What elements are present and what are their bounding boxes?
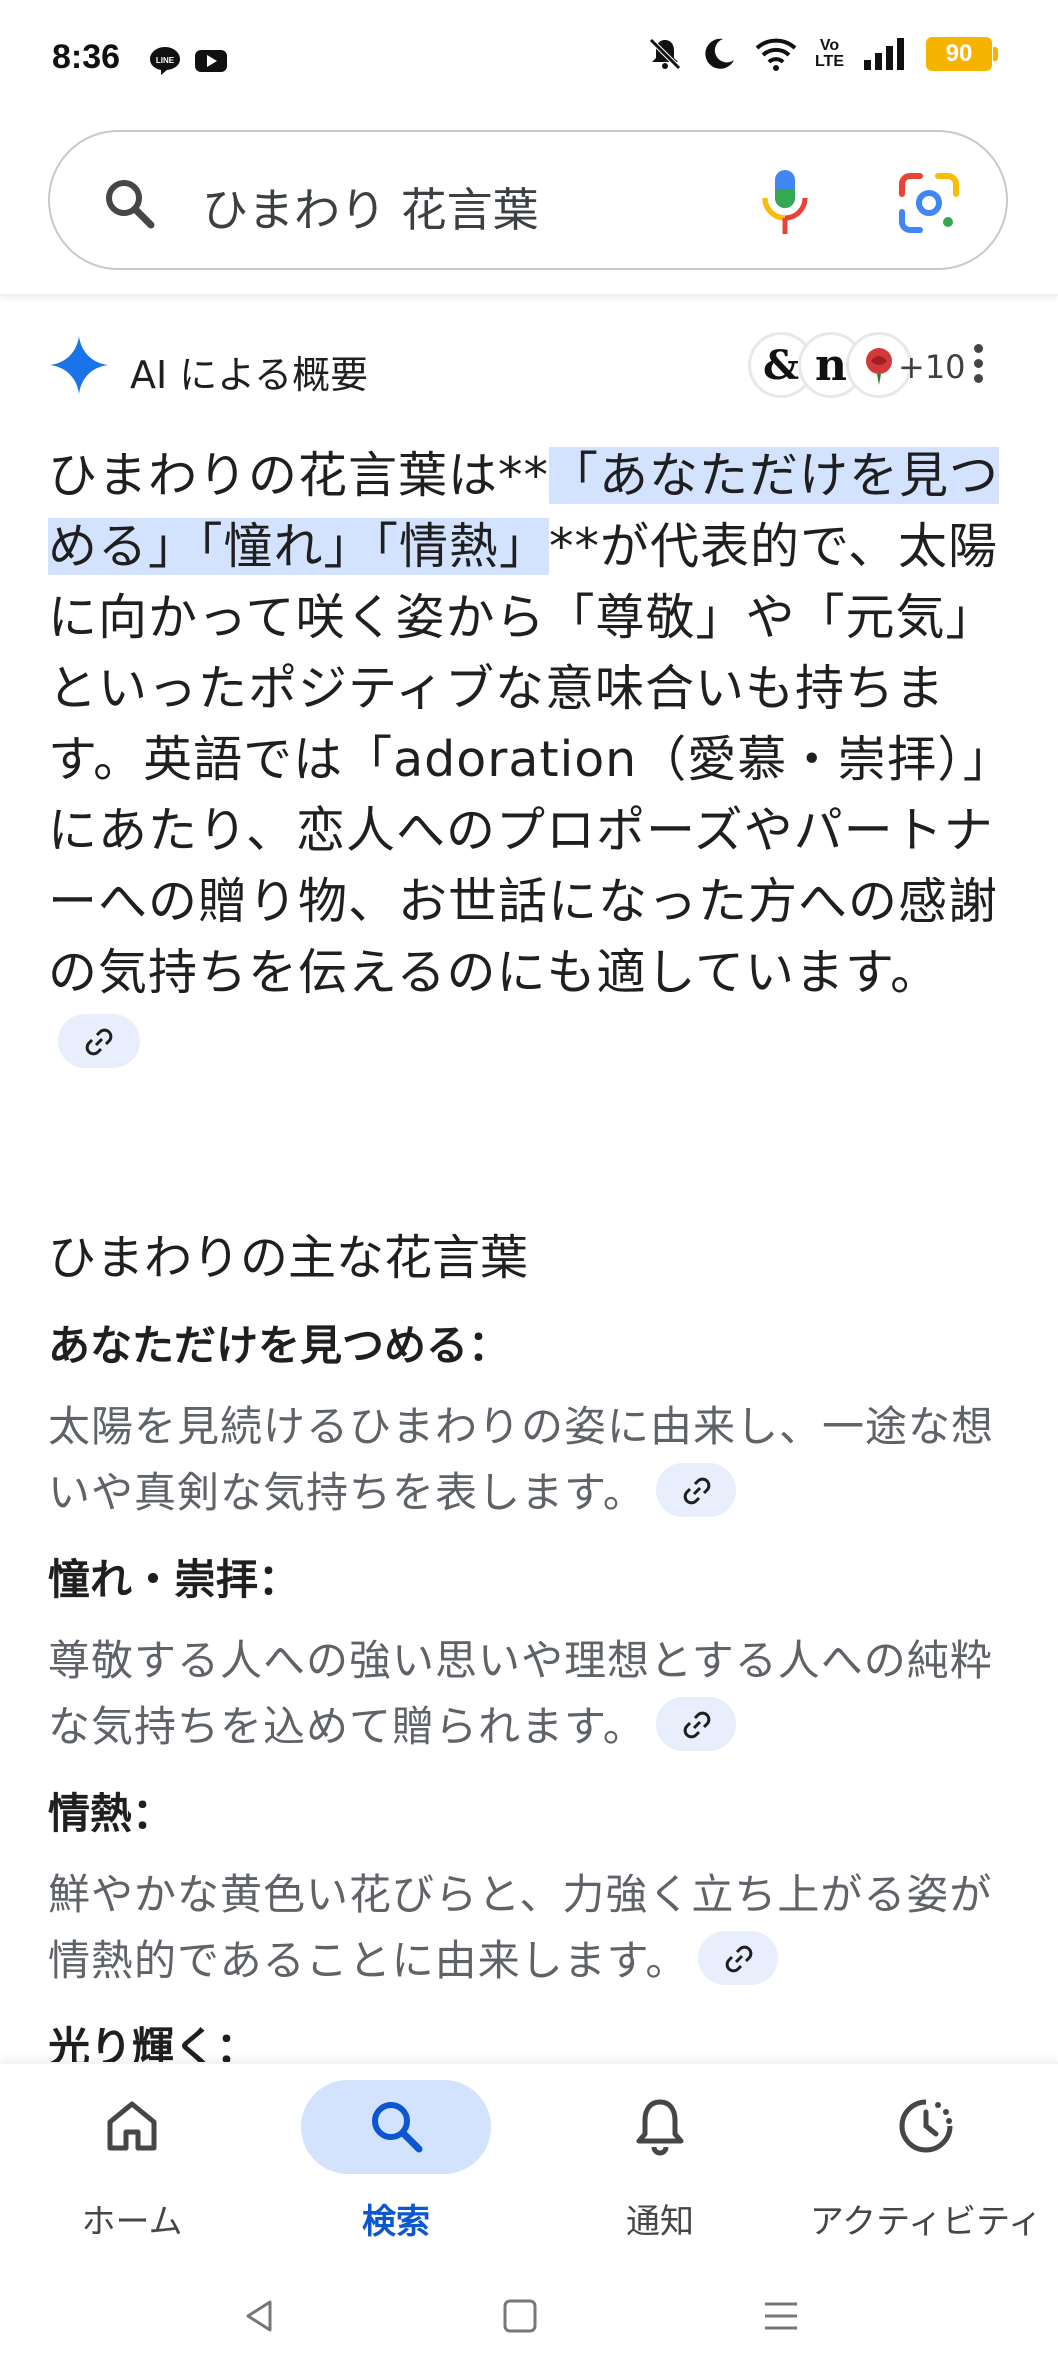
nav-activity[interactable]: アクティビティ (806, 2064, 1046, 2264)
nav-search[interactable]: 検索 (276, 2064, 516, 2264)
status-icons: Vo LTE 90 (647, 36, 998, 72)
mute-icon (649, 38, 681, 70)
flower-meaning-item: 情熱： 鮮やかな黄色い花びらと、力強く立ち上がる姿が情熱的であることに由来します… (48, 1784, 1008, 1994)
nav-label: 検索 (362, 2202, 430, 2242)
gemini-spark-icon (50, 336, 108, 394)
section-title: ひまわりの主な花言葉 (48, 1230, 529, 1286)
battery-indicator: 90 (926, 37, 998, 71)
sources-more-count[interactable]: +10 (898, 348, 966, 386)
microphone-icon[interactable] (760, 168, 810, 238)
citation-link-button[interactable] (655, 1696, 736, 1751)
item-title: あなただけを見つめる： (48, 1321, 511, 1370)
volte-icon: Vo LTE (814, 37, 844, 70)
line-icon: LINE (150, 47, 180, 75)
search-input[interactable]: ひまわり 花言葉 (202, 174, 539, 240)
nav-label: ホーム (81, 2202, 183, 2242)
google-lens-icon[interactable] (898, 172, 960, 234)
overview-text-after: **が代表的で、太陽に向かって咲く姿から「尊敬」や「元気」といったポジティブな意… (48, 518, 999, 1001)
search-box[interactable]: ひまわり 花言葉 (48, 130, 1008, 270)
search-header: ひまわり 花言葉 (0, 120, 1058, 296)
item-desc-text: 尊敬する人への強い思いや理想とする人への純粋な気持ちを込めて贈られます。 (48, 1636, 993, 1751)
nav-notifications[interactable]: 通知 (540, 2064, 780, 2264)
ai-overview-header: AI による概要 & n +10 (48, 330, 1008, 402)
item-title: 憧れ・崇拝： (48, 1555, 301, 1604)
link-icon (683, 1477, 711, 1504)
youtube-icon (195, 50, 227, 72)
item-desc-text: 鮮やかな黄色い花びらと、力強く立ち上がる姿が情熱的であることに由来します。 (48, 1870, 993, 1985)
citation-link-button[interactable] (655, 1462, 736, 1517)
item-description: 尊敬する人への強い思いや理想とする人への純粋な気持ちを込めて贈られます。 (48, 1628, 1008, 1760)
system-navigation-bar (0, 2262, 1058, 2364)
item-description: 太陽を見続けるひまわりの姿に由来し、一途な想いや真剣な気持ちを表します。 (48, 1394, 1008, 1526)
do-not-disturb-moon-icon (705, 38, 734, 69)
wifi-icon (755, 38, 797, 71)
source-favicons[interactable]: & n +10 (698, 330, 966, 402)
menu-icon[interactable] (762, 2298, 800, 2334)
nav-home[interactable]: ホーム (12, 2064, 252, 2264)
link-icon (683, 1711, 711, 1738)
ai-overview-title: AI による概要 (130, 353, 369, 397)
link-icon (726, 1945, 753, 1972)
overview-text-before: ひまわりの花言葉は** (48, 447, 550, 504)
home-icon (107, 2101, 157, 2151)
bell-icon (636, 2099, 684, 2156)
back-icon[interactable] (240, 2296, 280, 2336)
item-title: 情熱： (48, 1789, 175, 1838)
ai-overview-paragraph: ひまわりの花言葉は**「あなただけを見つめる」「憧れ」「情熱」**が代表的で、太… (48, 440, 1008, 1079)
nav-label: 通知 (626, 2202, 694, 2242)
item-description: 鮮やかな黄色い花びらと、力強く立ち上がる姿が情熱的であることに由来します。 (48, 1862, 1008, 1994)
nav-label: アクティビティ (809, 2202, 1043, 2242)
bottom-navigation: ホーム 検索 通知 アクティビティ (0, 2062, 1058, 2262)
svg-text:LINE: LINE (156, 56, 175, 65)
link-icon (85, 1028, 113, 1055)
home-square-icon[interactable] (502, 2298, 538, 2334)
rose-icon (866, 348, 892, 385)
search-icon (372, 2102, 423, 2153)
signal-icon (864, 38, 904, 70)
more-options-icon[interactable] (968, 344, 988, 388)
status-time: 8:36 (52, 38, 121, 76)
status-bar: 8:36 LINE Vo LTE 90 (0, 0, 1058, 120)
activity-icon (899, 2099, 953, 2153)
citation-link-button[interactable] (698, 1930, 779, 1985)
flower-meaning-item: 憧れ・崇拝： 尊敬する人への強い思いや理想とする人への純粋な気持ちを込めて贈られ… (48, 1550, 1008, 1760)
item-desc-text: 太陽を見続けるひまわりの姿に由来し、一途な想いや真剣な気持ちを表します。 (48, 1402, 995, 1517)
flower-meaning-item: あなただけを見つめる： 太陽を見続けるひまわりの姿に由来し、一途な想いや真剣な気… (48, 1316, 1008, 1526)
search-icon (106, 180, 155, 229)
citation-link-button[interactable] (58, 1013, 140, 1068)
